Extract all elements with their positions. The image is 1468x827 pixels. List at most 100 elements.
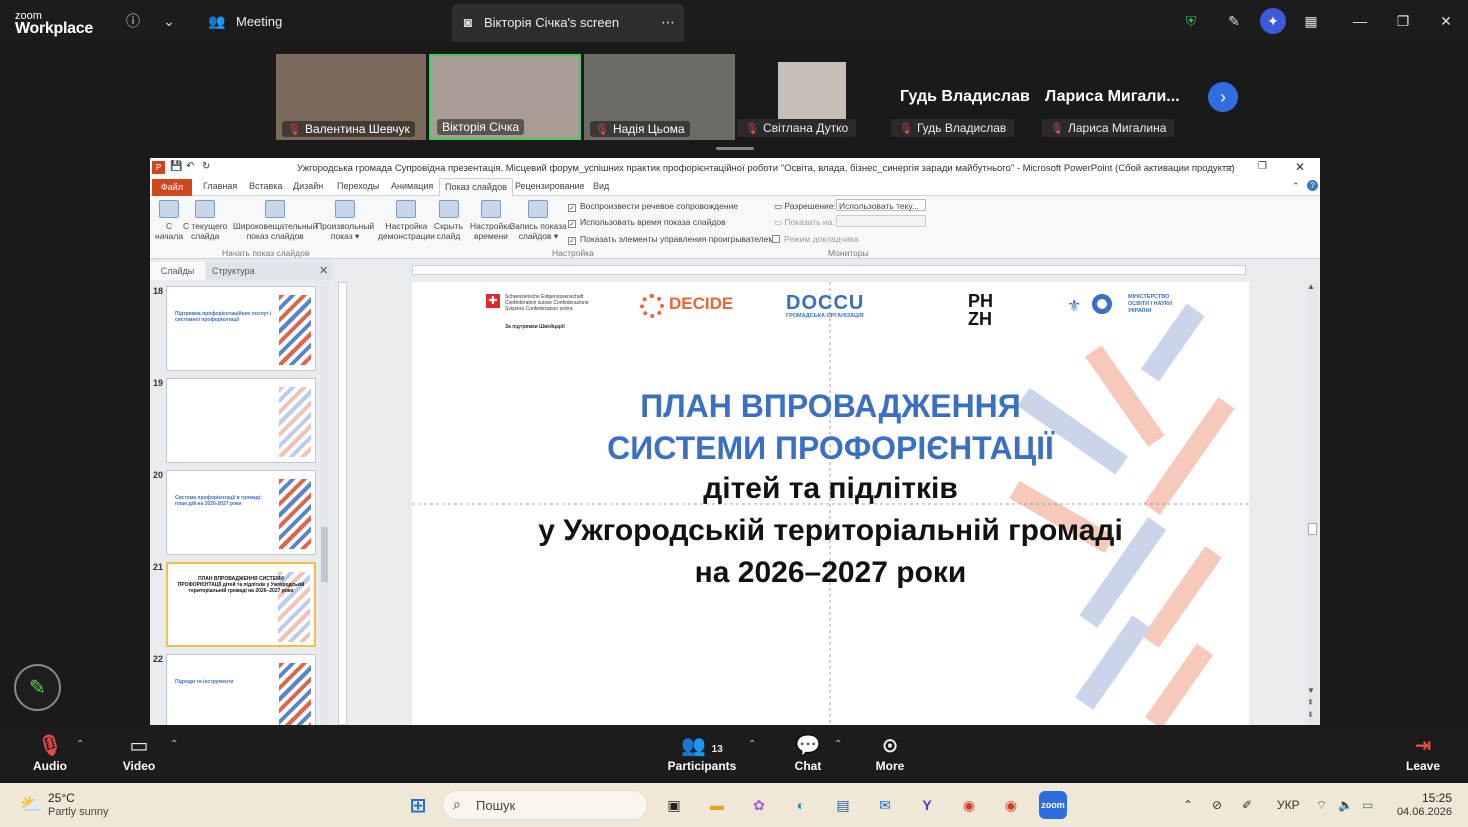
minimize-icon[interactable]: — — [1350, 11, 1370, 31]
tab-animation[interactable]: Анимация — [391, 181, 433, 191]
tab-design[interactable]: Дизайн — [293, 181, 323, 191]
prev-slide-icon[interactable]: ⇞ — [1307, 698, 1314, 707]
scrollbar-thumb[interactable] — [321, 527, 328, 582]
participants-button[interactable]: 👥 13 Participants — [666, 733, 738, 773]
chat-options-caret[interactable]: ⌃ — [834, 739, 842, 750]
volume-icon[interactable]: 🔈 — [1338, 798, 1353, 812]
slides-panel-scrollbar[interactable] — [320, 282, 329, 725]
tab-file[interactable]: Файл — [152, 179, 192, 196]
slide-thumbnail[interactable]: Підтримка профорієнтаційних послуг і сис… — [166, 286, 316, 371]
gallery-drag-handle[interactable] — [716, 147, 754, 150]
checkbox-presenter-view[interactable]: Режим докладчика — [772, 234, 859, 244]
store-icon[interactable]: ▤ — [829, 791, 857, 819]
taskbar-search[interactable]: ⌕ Пошук — [442, 790, 648, 820]
clock-date[interactable]: 04.06.2026 — [1394, 806, 1452, 818]
video-button[interactable]: ▭ Video — [118, 733, 160, 773]
yahoo-icon[interactable]: Y — [913, 791, 941, 819]
show-on-select[interactable] — [836, 215, 926, 227]
weather-description[interactable]: Partly sunny — [48, 806, 109, 818]
participant-name-large[interactable]: Гудь Владислав — [900, 88, 1030, 106]
audio-options-caret[interactable]: ⌃ — [76, 739, 84, 750]
weather-temperature[interactable]: 25°C — [48, 791, 75, 805]
quick-access-save-icon[interactable]: 💾 — [170, 161, 182, 172]
ribbon-collapse-icon[interactable]: ⌃ — [1292, 181, 1300, 192]
tab-slides[interactable]: Слайды — [150, 262, 205, 280]
participant-avatar[interactable] — [778, 62, 846, 122]
resolution-select[interactable]: Использовать теку... — [836, 199, 926, 211]
minimize-icon[interactable]: — — [1223, 161, 1233, 172]
next-page-icon[interactable]: › — [1208, 82, 1238, 112]
restore-icon[interactable]: ❐ — [1393, 11, 1413, 31]
more-options-icon[interactable]: ⋯ — [658, 12, 678, 32]
pen-tray-icon[interactable]: ✐ — [1242, 798, 1252, 812]
slide-canvas[interactable]: ✚ Schweizerische Eidgenossenschaft Confé… — [412, 282, 1249, 725]
checkbox-timings[interactable]: ✓ Использовать время показа слайдов — [568, 217, 726, 228]
checkbox-media-controls[interactable]: ✓ Показать элементы управления проигрыват… — [568, 234, 774, 245]
close-icon[interactable]: ✕ — [1295, 160, 1305, 174]
file-explorer-icon[interactable]: ▬ — [703, 791, 731, 819]
meeting-label[interactable]: Meeting — [236, 14, 282, 29]
language-indicator[interactable]: УКР — [1277, 798, 1300, 812]
scroll-down-icon[interactable]: ▼ — [1307, 686, 1315, 695]
battery-icon[interactable]: ▭ — [1362, 798, 1373, 812]
notifications-off-icon[interactable]: ⊘ — [1212, 798, 1222, 812]
checkbox-checked[interactable]: ✓ — [568, 220, 576, 228]
checkbox-narration[interactable]: ✓ Воспроизвести речевое сопровождение — [568, 201, 738, 212]
chevron-down-icon[interactable]: ⌄ — [159, 11, 179, 31]
undo-icon[interactable]: ↶ — [186, 161, 194, 172]
tab-review[interactable]: Рецензирование — [515, 181, 585, 191]
tray-overflow-icon[interactable]: ⌃ — [1183, 798, 1193, 812]
annotate-pencil-icon[interactable]: ✎ — [14, 664, 61, 711]
chat-button[interactable]: 💬 Chat — [788, 733, 828, 773]
ai-companion-icon[interactable]: ✦ — [1260, 8, 1286, 34]
scrollbar-thumb[interactable] — [1308, 523, 1317, 535]
setup-show-button[interactable]: Настройка демонстрации — [378, 200, 435, 241]
tab-view[interactable]: Вид — [593, 181, 609, 191]
video-tile[interactable]: 🎙 Надія Цьома — [584, 54, 735, 140]
custom-show-button[interactable]: Произвольный показ ▾ — [316, 200, 374, 241]
more-button[interactable]: ⊙ More — [870, 733, 910, 773]
rehearse-timings-button[interactable]: Настройка времени — [470, 200, 512, 241]
tab-slideshow[interactable]: Показ слайдов — [439, 178, 513, 197]
participants-options-caret[interactable]: ⌃ — [748, 739, 756, 750]
clock-time[interactable]: 15:25 — [1398, 791, 1452, 805]
checkbox-checked[interactable]: ✓ — [568, 204, 576, 212]
info-icon[interactable]: ⓘ — [123, 11, 143, 31]
task-view-icon[interactable]: ▣ — [660, 791, 688, 819]
pen-icon[interactable]: ✎ — [1224, 11, 1244, 31]
slide-thumbnail[interactable] — [166, 378, 316, 463]
participant-name-large[interactable]: Лариса Мигали... — [1045, 88, 1180, 106]
next-slide-icon[interactable]: ⇟ — [1307, 710, 1314, 719]
vertical-ruler[interactable] — [338, 282, 347, 725]
horizontal-ruler[interactable] — [412, 265, 1246, 275]
audio-button[interactable]: 🎙 Audio — [30, 733, 70, 773]
slide-thumbnail[interactable]: ПЛАН ВПРОВАДЖЕННЯ СИСТЕМИ ПРОФОРІЄНТАЦІЇ… — [166, 562, 316, 647]
hide-slide-button[interactable]: Скрыть слайд — [434, 200, 463, 241]
video-tile[interactable]: 🎙 Валентина Шевчук — [276, 54, 426, 140]
video-options-caret[interactable]: ⌃ — [170, 739, 178, 750]
close-icon[interactable]: ✕ — [1436, 11, 1456, 31]
broadcast-button[interactable]: Широковещательный показ слайдов — [233, 200, 317, 241]
checkbox-checked[interactable]: ✓ — [568, 237, 576, 245]
record-slideshow-button[interactable]: Запись показа слайдов ▾ — [510, 200, 567, 241]
zoom-app-icon[interactable]: zoom — [1039, 791, 1067, 819]
restore-icon[interactable]: ❐ — [1258, 161, 1267, 172]
redo-icon[interactable]: ↻ — [202, 161, 210, 172]
tab-transitions[interactable]: Переходы — [337, 181, 379, 191]
leave-button[interactable]: ⇥ Leave — [1402, 733, 1444, 773]
share-screen-tab[interactable]: ◙ Вікторія Січка's screen ⋯ — [452, 4, 684, 42]
scroll-up-icon[interactable]: ▲ — [1307, 282, 1315, 291]
weather-icon[interactable]: ⛅ — [20, 794, 42, 815]
copilot-icon[interactable]: ✿ — [745, 791, 773, 819]
tab-insert[interactable]: Вставка — [249, 181, 282, 191]
shield-icon[interactable]: ⛨ — [1181, 11, 1201, 31]
video-tile-active-speaker[interactable]: Вікторія Січка — [429, 54, 581, 140]
apps-grid-icon[interactable]: ▦ — [1301, 11, 1321, 31]
tab-home[interactable]: Главная — [203, 181, 237, 191]
windows-start-icon[interactable]: ⊞ — [404, 791, 432, 819]
wifi-icon[interactable]: ⌔ — [1316, 798, 1327, 813]
slide-scrollbar[interactable]: ▲ ▼ ⇞ ⇟ — [1307, 282, 1318, 725]
chrome-profile-icon[interactable]: ◉ — [997, 791, 1025, 819]
close-panel-icon[interactable]: ✕ — [319, 264, 328, 277]
slide-thumbnail[interactable]: Система профорієнтації в громаді: план д… — [166, 470, 316, 555]
